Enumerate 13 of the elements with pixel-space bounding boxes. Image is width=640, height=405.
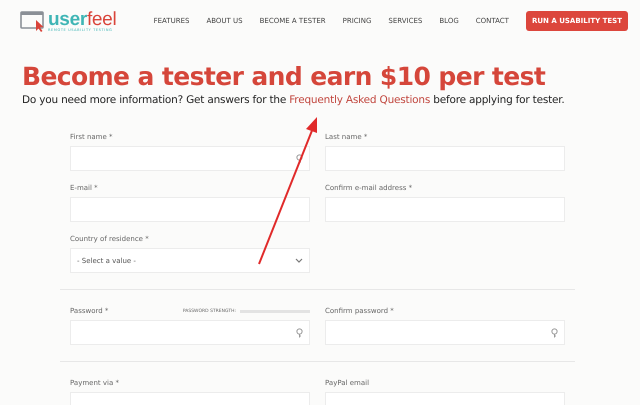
input-field[interactable]	[325, 320, 565, 345]
input-field[interactable]	[70, 197, 310, 222]
key-icon	[551, 328, 558, 338]
input-field[interactable]	[70, 320, 310, 345]
logo-icon	[20, 10, 46, 32]
faq-link[interactable]: Frequently Asked Questions	[289, 94, 430, 106]
page-heading: Become a tester and earn $10 per test	[22, 62, 546, 92]
key-icon	[296, 328, 303, 338]
input-field[interactable]	[70, 146, 310, 171]
intro-text: Do you need more information? Get answers for the Frequently Asked Questions before applying for tester.	[22, 94, 566, 106]
logo-wordmark: userfeel	[48, 10, 116, 29]
chevron-down-icon	[295, 258, 303, 263]
key-icon	[296, 154, 303, 164]
